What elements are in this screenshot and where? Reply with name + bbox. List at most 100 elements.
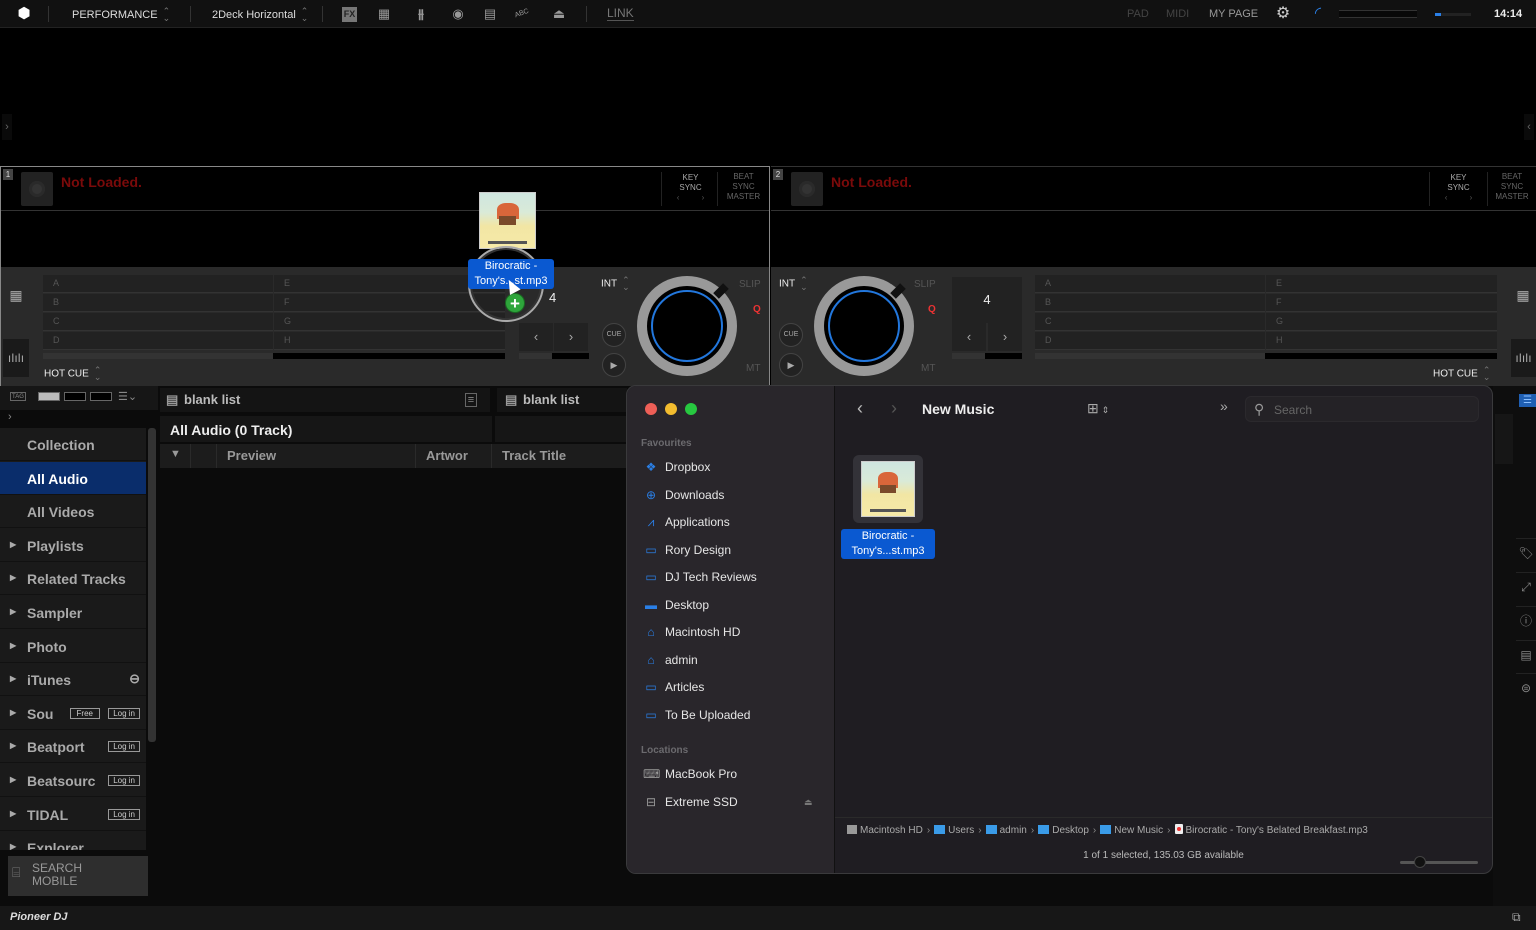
path-segment[interactable]: admin xyxy=(985,825,1027,836)
sidebar-item-dj-tech-reviews[interactable]: ▭ DJ Tech Reviews xyxy=(643,570,756,592)
file-name-label[interactable]: Birocratic - Tony's...st.mp3 xyxy=(841,529,935,559)
tree-item[interactable]: ▶ Photo xyxy=(0,630,146,663)
sidebar-item-admin[interactable]: ⌂ admin xyxy=(643,653,697,675)
column-track-title[interactable]: Track Title xyxy=(491,444,628,468)
link-button[interactable]: LINK xyxy=(607,6,634,21)
path-segment[interactable]: Macintosh HD xyxy=(847,825,923,836)
tree-scrollbar[interactable] xyxy=(148,428,156,742)
expand-tree-icon[interactable]: › xyxy=(8,411,12,423)
master-tempo-button[interactable]: MT xyxy=(921,363,935,374)
panel-2-title[interactable]: blank list xyxy=(523,392,579,407)
hot-cue-pad-g[interactable]: G xyxy=(1266,313,1497,331)
sidebar-item-macintosh-hd[interactable]: ⌂ Macintosh HD xyxy=(643,625,740,647)
expand-arrow-icon[interactable]: ▶ xyxy=(10,741,16,750)
tag-button[interactable]: TAG xyxy=(10,392,26,401)
hot-cue-mode-select[interactable]: HOT CUE ⌃ ⌄ xyxy=(1433,366,1490,382)
layout-select[interactable]: 2Deck Horizontal ⌃ ⌄ xyxy=(212,7,308,23)
login-button[interactable]: Log in xyxy=(108,808,140,820)
hot-cue-pad-h[interactable]: H xyxy=(1266,332,1497,350)
expand-arrow-icon[interactable]: ▶ xyxy=(10,641,16,650)
color-swatch-2[interactable] xyxy=(64,392,86,401)
pad-scrollbar[interactable] xyxy=(1035,353,1497,359)
filter-icon[interactable]: ▼ xyxy=(160,444,190,468)
tree-item[interactable]: ▶ Beatsourc Log in xyxy=(0,764,146,797)
hot-cue-pad-c[interactable]: C xyxy=(43,313,273,331)
sampler-grid-icon[interactable]: ▦ xyxy=(376,6,392,22)
expand-arrow-icon[interactable]: ▶ xyxy=(10,708,16,717)
expand-arrow-icon[interactable]: ▶ xyxy=(10,540,16,549)
tag-icon[interactable]: 🏷 xyxy=(1516,538,1536,566)
forward-chevron-icon[interactable]: › xyxy=(891,398,897,419)
my-page-button[interactable]: MY PAGE xyxy=(1209,8,1258,20)
pad-mode-grid-icon[interactable]: ▦ xyxy=(1513,287,1533,304)
mode-select[interactable]: PERFORMANCE ⌃ ⌄ xyxy=(72,7,170,23)
beat-sync-button[interactable]: BEAT SYNC MASTER xyxy=(717,172,769,206)
tree-item[interactable]: All Audio xyxy=(0,461,146,495)
tree-item[interactable]: ▶ Beatport Log in xyxy=(0,730,146,764)
login-button[interactable]: Log in xyxy=(108,775,140,786)
jog-wheel[interactable] xyxy=(814,276,914,376)
tree-item[interactable]: ▶ Playlists xyxy=(0,529,146,562)
jog-wheel[interactable] xyxy=(637,276,737,376)
hot-cue-pad-h[interactable]: H xyxy=(274,332,505,350)
master-button[interactable]: MASTER xyxy=(718,192,769,202)
sidebar-item-rory-design[interactable]: ▭ Rory Design xyxy=(643,543,731,565)
beat-jump-forward-button[interactable]: › xyxy=(988,323,1022,351)
icon-size-slider[interactable] xyxy=(1400,856,1478,868)
play-button[interactable]: ▶ xyxy=(602,353,626,377)
login-button[interactable]: Log in xyxy=(108,741,140,753)
expand-left-icon[interactable]: › xyxy=(2,114,12,140)
list-view-icon[interactable]: ☰⌄ xyxy=(118,390,137,403)
refresh-icon[interactable]: ⊖ xyxy=(129,671,140,687)
close-window-button[interactable] xyxy=(645,403,657,415)
hot-cue-pad-a[interactable]: A xyxy=(1035,275,1265,293)
fx-icon[interactable]: FX xyxy=(342,7,357,22)
path-segment[interactable]: New Music xyxy=(1100,825,1163,836)
lyric-abc-icon[interactable]: ABC xyxy=(512,4,533,25)
slip-button[interactable]: SLIP xyxy=(739,279,761,290)
waveform-toggle-icon[interactable]: ıǀıǀı xyxy=(1511,339,1536,377)
rekordbox-logo-icon[interactable]: ⬢ xyxy=(16,6,32,22)
midi-button[interactable]: MIDI xyxy=(1166,8,1189,20)
info-doc-icon[interactable]: ≡ xyxy=(465,393,477,407)
tree-item[interactable]: All Videos xyxy=(0,495,146,529)
panel-1-title[interactable]: blank list xyxy=(184,392,240,407)
beat-sync-button[interactable]: BEAT SYNC MASTER xyxy=(1487,172,1536,206)
tree-item[interactable]: ▶ Related Tracks xyxy=(0,562,146,596)
back-chevron-icon[interactable]: ‹ xyxy=(857,398,863,419)
quantize-button[interactable]: Q xyxy=(753,304,761,315)
hot-cue-pad-b[interactable]: B xyxy=(43,294,273,312)
view-grid-icon[interactable]: ⊞ ⇕ xyxy=(1087,400,1109,417)
master-tempo-button[interactable]: MT xyxy=(746,363,760,374)
eject-icon[interactable]: ⏏ xyxy=(804,797,813,808)
sidebar-item-applications[interactable]: ⩘ Applications xyxy=(643,515,730,537)
sidebar-item-to-be-uploaded[interactable]: ▭ To Be Uploaded xyxy=(643,708,750,730)
lyric-icon[interactable]: ▤ xyxy=(1516,640,1536,668)
pad-mode-grid-icon[interactable]: ▦ xyxy=(6,287,26,304)
hot-cue-pad-a[interactable]: A xyxy=(43,275,273,293)
zoom-window-button[interactable] xyxy=(685,403,697,415)
sidebar-item-downloads[interactable]: ⊕ Downloads xyxy=(643,488,724,510)
settings-gear-icon[interactable]: ⚙ xyxy=(1275,6,1291,22)
path-segment[interactable]: Users xyxy=(934,825,974,836)
beat-jump-scrollbar[interactable] xyxy=(519,353,589,359)
int-select[interactable]: INT ⌃ ⌄ xyxy=(779,276,808,292)
play-button[interactable]: ▶ xyxy=(779,353,803,377)
tree-item[interactable]: Collection xyxy=(0,428,146,461)
hot-cue-pad-c[interactable]: C xyxy=(1035,313,1265,331)
key-sync-button[interactable]: KEY SYNC ‹ › xyxy=(661,172,719,206)
master-button[interactable]: MASTER xyxy=(1488,192,1536,202)
tree-item[interactable]: ▶ TIDAL Log in xyxy=(0,798,146,831)
hot-cue-pad-d[interactable]: D xyxy=(43,332,273,350)
search-mobile-button[interactable]: ⌸ SEARCH MOBILE xyxy=(8,856,148,896)
hot-cue-mode-select[interactable]: HOT CUE ⌃ ⌄ xyxy=(44,366,101,382)
hot-cue-pad-f[interactable]: F xyxy=(1266,294,1497,312)
free-button[interactable]: Free xyxy=(69,707,100,719)
finder-search-field[interactable]: ⚲ Search xyxy=(1245,396,1479,422)
sidebar-item-dropbox[interactable]: ❖ Dropbox xyxy=(643,460,711,482)
tree-item[interactable]: ▶ Sou Free Log in xyxy=(0,697,146,730)
waveform-toggle-icon[interactable]: ıǀıǀı xyxy=(3,339,29,377)
hot-cue-pad-d[interactable]: D xyxy=(1035,332,1265,350)
video-icon[interactable]: ▤ xyxy=(482,6,498,22)
master-volume-slider[interactable] xyxy=(1435,13,1471,16)
